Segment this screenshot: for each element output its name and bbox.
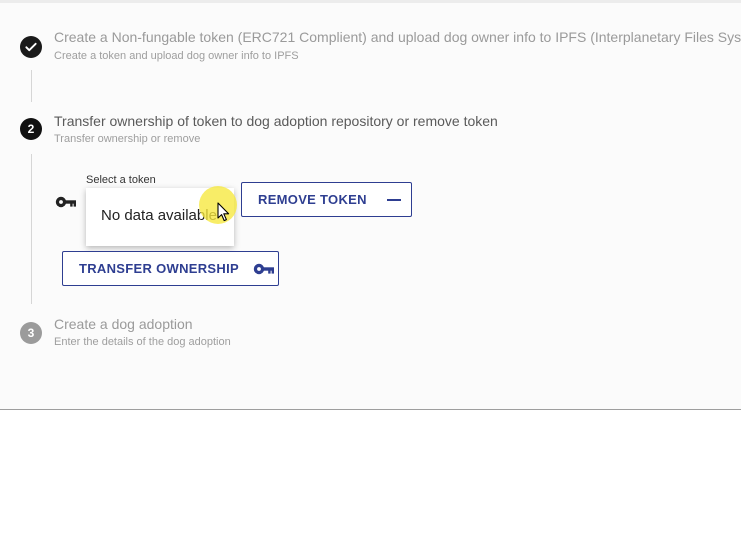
step-2-subtitle: Transfer ownership or remove [54,133,201,145]
step-2-title[interactable]: Transfer ownership of token to dog adopt… [54,113,498,129]
mouse-pointer-icon [217,202,230,227]
checkmark-icon [25,42,37,52]
transfer-ownership-label: TRANSFER OWNERSHIP [79,261,239,276]
top-edge [0,0,741,3]
step-1-complete-icon [20,36,42,58]
step-connector [31,70,32,102]
remove-token-button[interactable]: REMOVE TOKEN [241,182,412,217]
step-3-title[interactable]: Create a dog adoption [54,316,193,332]
key-icon [55,196,77,208]
key-icon [253,263,275,275]
step-3-number-badge: 3 [20,322,42,344]
minus-icon [386,193,401,207]
step-1-subtitle: Create a token and upload dog owner info… [54,50,299,62]
token-select-label: Select a token [86,174,156,186]
remove-token-label: REMOVE TOKEN [258,192,367,207]
step-2-content-rail [31,154,32,304]
step-3-subtitle: Enter the details of the dog adoption [54,336,231,348]
transfer-ownership-button[interactable]: TRANSFER OWNERSHIP [62,251,279,286]
step-2-number-badge: 2 [20,118,42,140]
step-1-title[interactable]: Create a Non-fungable token (ERC721 Comp… [54,29,741,45]
stepper: Create a Non-fungable token (ERC721 Comp… [0,0,741,410]
